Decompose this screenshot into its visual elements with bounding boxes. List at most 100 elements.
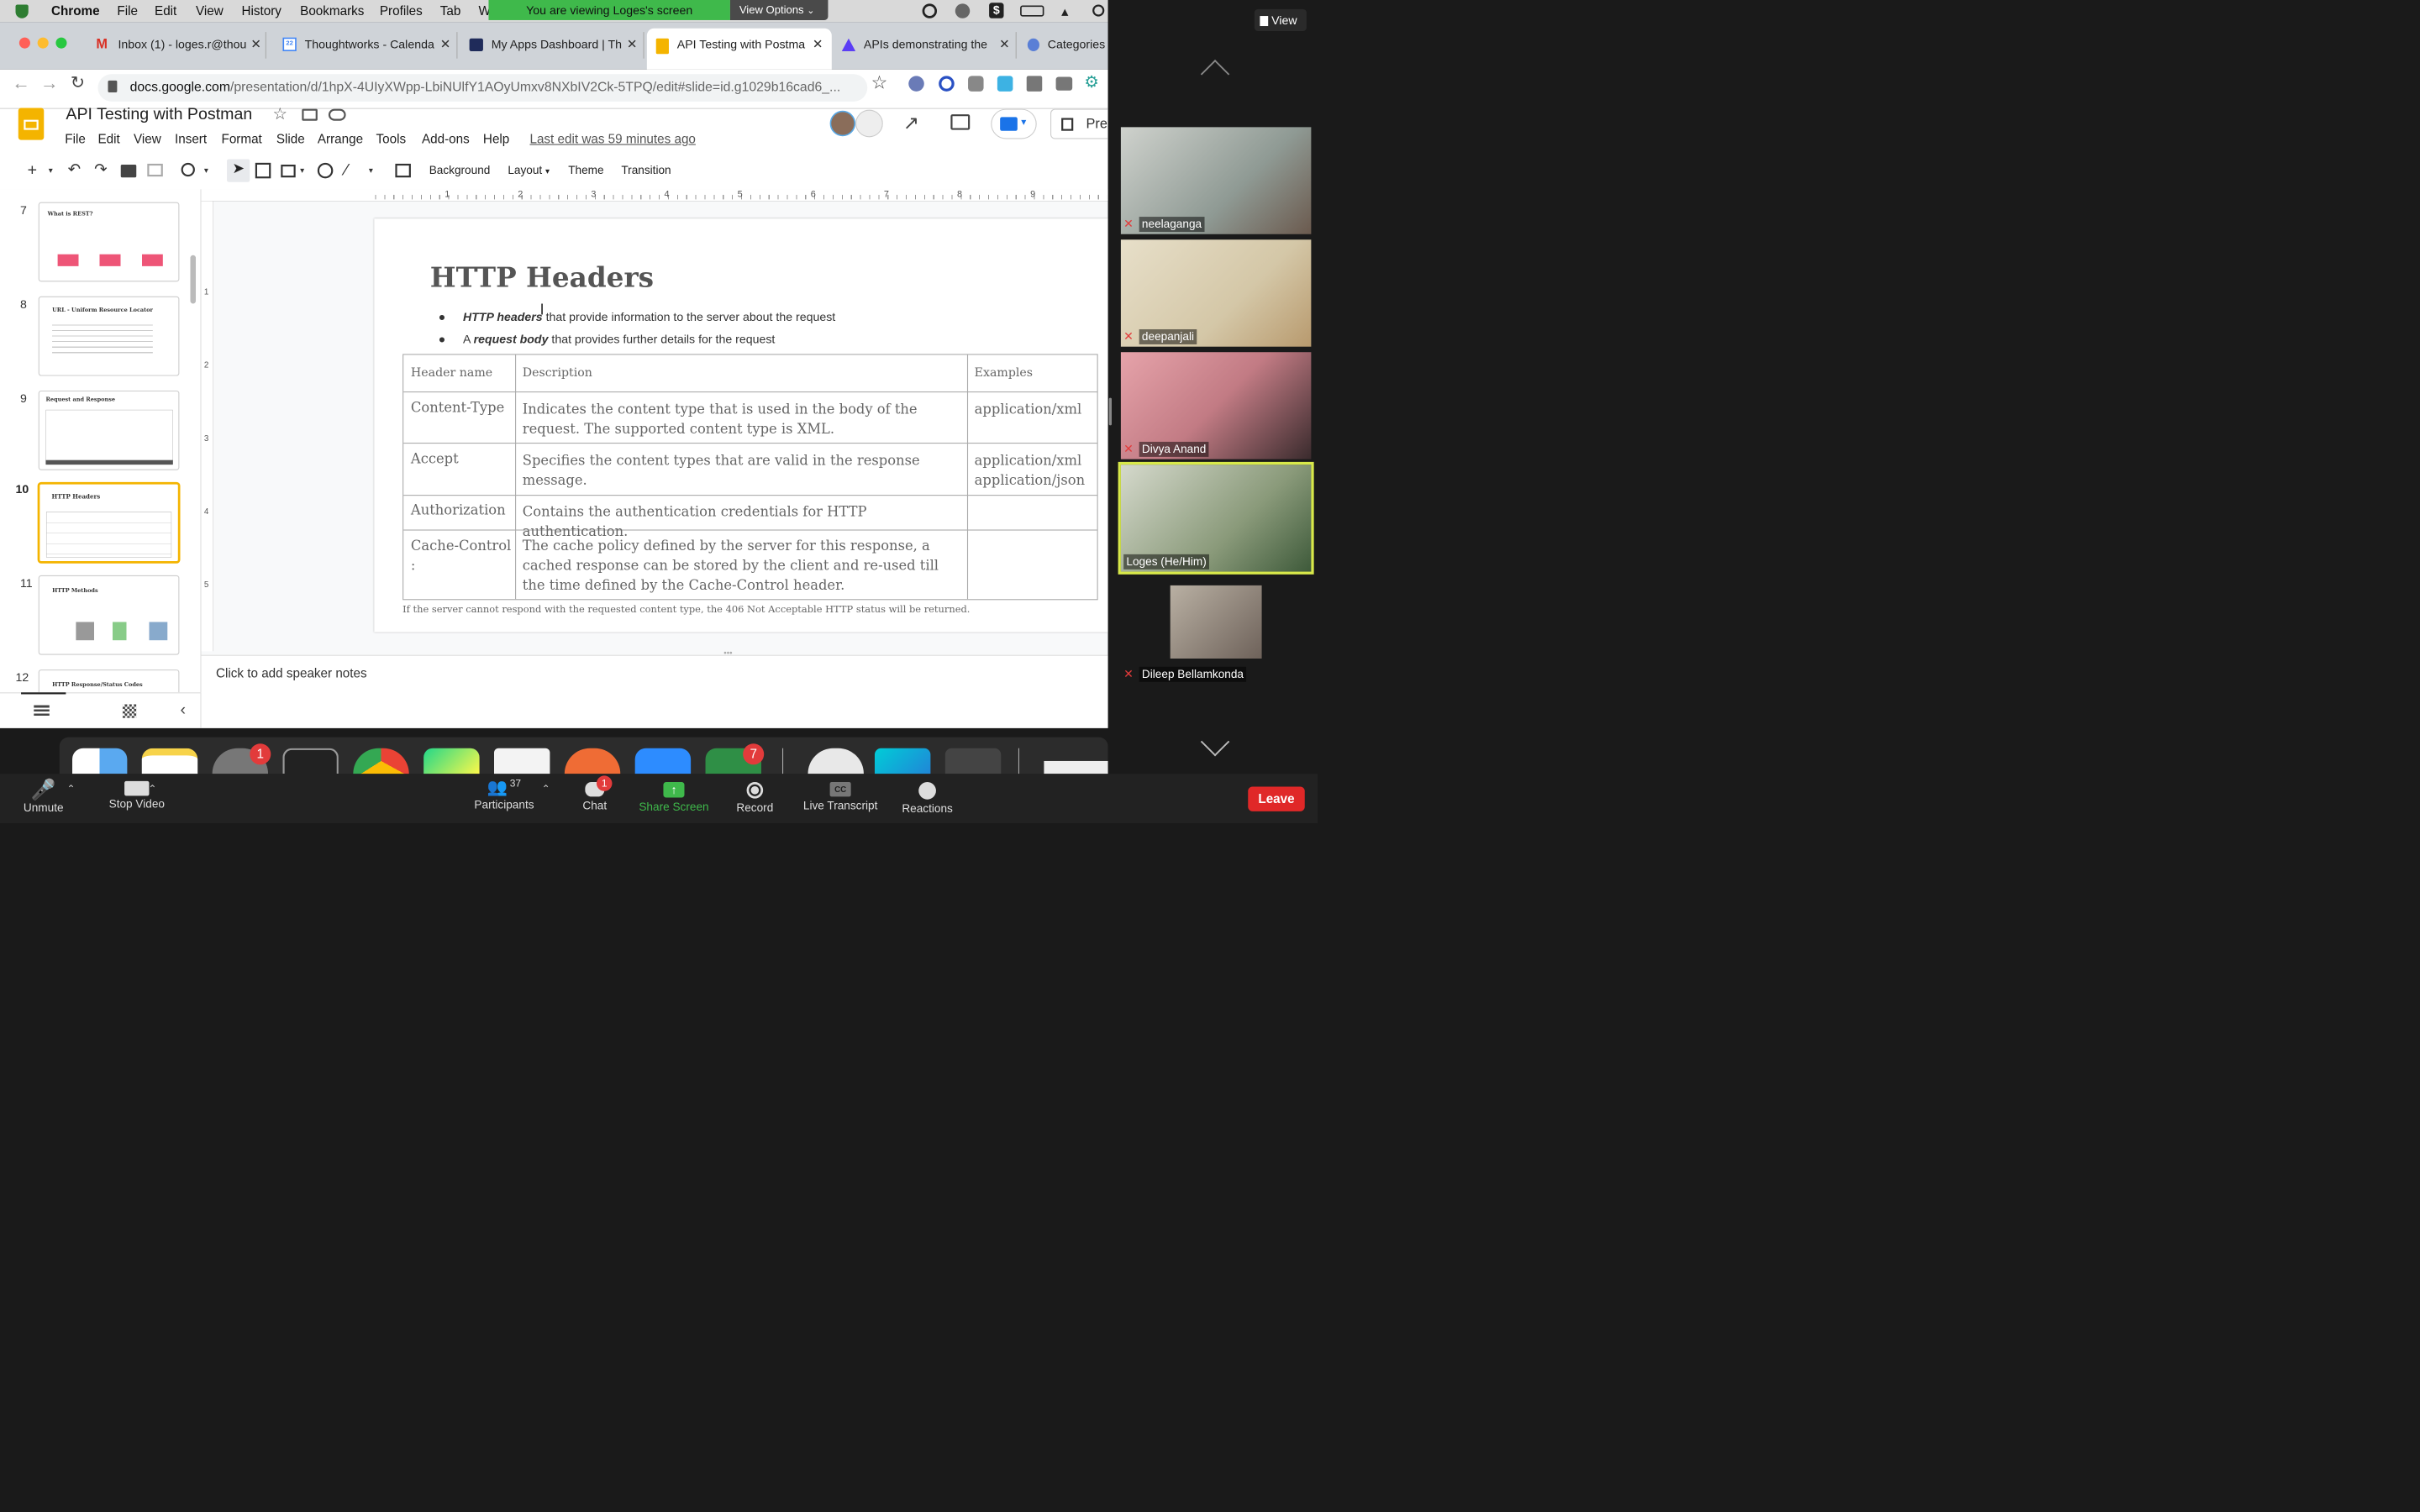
share-screen-button[interactable]: ↑ Share Screen: [635, 778, 713, 822]
slide-thumbnail[interactable]: HTTP Methods: [38, 575, 180, 655]
view-options-button[interactable]: View Options ⌄: [729, 0, 829, 20]
chat-button[interactable]: Chat: [567, 778, 622, 822]
camera-icon[interactable]: [1055, 76, 1073, 91]
slides-menu-format[interactable]: Format: [222, 132, 262, 146]
close-icon[interactable]: ✕: [813, 37, 823, 52]
reactions-button[interactable]: Reactions: [897, 778, 957, 822]
chevron-up-icon[interactable]: ⌃: [542, 783, 550, 795]
close-icon[interactable]: ✕: [440, 37, 451, 52]
leave-button[interactable]: Leave: [1248, 786, 1305, 811]
people-icon[interactable]: [855, 109, 883, 138]
slide-footnote[interactable]: If the server cannot respond with the re…: [402, 604, 970, 615]
app-name[interactable]: Chrome: [51, 3, 100, 18]
collapse-filmstrip-icon[interactable]: ‹: [181, 700, 187, 719]
forward-icon[interactable]: →: [40, 73, 59, 94]
mac-menu-bookmarks[interactable]: Bookmarks: [300, 3, 364, 18]
close-icon[interactable]: ✕: [250, 37, 261, 52]
move-folder-icon[interactable]: [302, 108, 318, 121]
list-view-icon[interactable]: [34, 705, 50, 717]
live-transcript-button[interactable]: CC Live Transcript: [797, 778, 883, 822]
avatar[interactable]: [829, 110, 856, 137]
slide-thumbnail[interactable]: What is REST?: [38, 202, 180, 282]
finder-icon[interactable]: [72, 748, 128, 774]
record-button[interactable]: Record: [728, 778, 782, 822]
tab-apis-demonstrating[interactable]: APIs demonstrating the ✕: [835, 32, 1017, 59]
wifi-icon[interactable]: ▴: [1061, 3, 1068, 19]
bullet-item[interactable]: ● HTTP headers that provide information …: [439, 310, 836, 324]
chevron-up-icon[interactable]: ⌃: [148, 783, 156, 795]
toolbar-layout-button[interactable]: Layout ▾: [508, 164, 550, 177]
grid-view-icon[interactable]: [122, 704, 137, 718]
textedit-icon[interactable]: [493, 748, 550, 774]
bookmark-star-icon[interactable]: ☆: [871, 72, 888, 93]
last-edit-link[interactable]: Last edit was 59 minutes ago: [529, 132, 695, 146]
slide-thumbnail[interactable]: Request and Response: [38, 390, 180, 470]
tab-calendar[interactable]: 22 Thoughtworks - Calenda ✕: [276, 32, 458, 59]
reload-icon[interactable]: ↻: [71, 72, 85, 93]
slides-menu-slide[interactable]: Slide: [276, 132, 305, 146]
slides-menu-view[interactable]: View: [134, 132, 161, 146]
tab-gmail[interactable]: M Inbox (1) - loges.r@thou ✕: [90, 32, 266, 59]
globe-icon[interactable]: [955, 3, 971, 18]
video-tile[interactable]: ✕ deepanjali: [1120, 239, 1312, 347]
slides-menu-arrange[interactable]: Arrange: [318, 132, 363, 146]
slide-thumbnail[interactable]: URL - Uniform Resource Locator: [38, 296, 180, 376]
video-tile[interactable]: ✕ Dileep Bellamkonda: [1120, 577, 1312, 685]
mac-menu-edit[interactable]: Edit: [155, 3, 176, 18]
slides-menu-help[interactable]: Help: [483, 132, 509, 146]
redo-icon[interactable]: ↷: [94, 160, 108, 179]
chevron-down-icon[interactable]: ▾: [369, 165, 373, 175]
window-zoom-icon[interactable]: [55, 37, 67, 49]
terminal-icon[interactable]: [282, 748, 339, 774]
chevron-down-icon[interactable]: ▾: [300, 165, 304, 175]
share-meet-button[interactable]: ▾: [991, 108, 1037, 139]
webstorm-icon[interactable]: [874, 748, 931, 774]
filmstrip-scrollbar[interactable]: [190, 255, 197, 304]
document-title[interactable]: API Testing with Postman: [66, 104, 252, 123]
slide-canvas[interactable]: HTTP Headers I ● HTTP headers that provi…: [374, 218, 1108, 633]
filmstrip[interactable]: 7 What is REST? 8 URL - Uniform Resource…: [0, 189, 202, 693]
extension-6-icon[interactable]: ⚙: [1084, 72, 1099, 92]
add-comment-icon[interactable]: [395, 163, 411, 178]
text-box-icon[interactable]: [255, 162, 271, 179]
zoom-icon[interactable]: [181, 162, 195, 177]
video-tile-active-speaker[interactable]: Loges (He/Him): [1118, 461, 1314, 575]
tab-api-testing[interactable]: API Testing with Postma ✕: [646, 28, 832, 70]
speaker-notes[interactable]: Click to add speaker notes: [201, 654, 1108, 728]
extension-5-icon[interactable]: [1026, 76, 1043, 92]
slides-menu-tools[interactable]: Tools: [376, 132, 407, 146]
slide-thumbnail-selected[interactable]: HTTP Headers: [37, 481, 181, 564]
zoom-app-icon[interactable]: [634, 748, 692, 774]
participants-button[interactable]: 👥 37 Participants: [467, 778, 540, 822]
search-icon[interactable]: [1092, 4, 1105, 17]
video-tile[interactable]: ✕ neelaganga: [1120, 127, 1312, 234]
shape-icon[interactable]: [317, 162, 334, 179]
slide-thumbnail[interactable]: HTTP Response/Status Codes: [38, 669, 180, 693]
extension-1-icon[interactable]: [908, 76, 924, 92]
print-icon[interactable]: [120, 164, 137, 178]
notes-icon[interactable]: [141, 748, 198, 774]
window-close-icon[interactable]: [18, 37, 30, 49]
mac-menu-profiles[interactable]: Profiles: [380, 3, 423, 18]
slides-menu-addons[interactable]: Add-ons: [422, 132, 470, 146]
dock-window-preview[interactable]: [1044, 760, 1108, 774]
close-icon[interactable]: ✕: [627, 37, 638, 52]
mac-menu-history[interactable]: History: [241, 3, 281, 18]
mac-menu-tab[interactable]: Tab: [440, 3, 461, 18]
window-minimize-icon[interactable]: [37, 37, 49, 49]
comments-icon[interactable]: [950, 114, 971, 130]
panel-resize-handle[interactable]: [1108, 397, 1112, 426]
slides-menu-edit[interactable]: Edit: [98, 132, 120, 146]
tab-my-apps[interactable]: My Apps Dashboard | Th ✕: [463, 32, 644, 59]
undo-icon[interactable]: ↶: [68, 160, 82, 179]
headers-table[interactable]: Header name Description Examples Content…: [402, 354, 1098, 601]
add-slide-icon[interactable]: +: [28, 160, 37, 180]
stop-video-button[interactable]: Stop Video: [98, 778, 176, 822]
toolbar-background-button[interactable]: Background: [429, 164, 491, 177]
battery-icon[interactable]: [1020, 5, 1044, 17]
mac-menu-view[interactable]: View: [196, 3, 224, 18]
activity-trend-icon[interactable]: ↗: [903, 112, 919, 134]
slides-menu-insert[interactable]: Insert: [175, 132, 207, 146]
toolbar-theme-button[interactable]: Theme: [568, 164, 603, 177]
line-icon[interactable]: ∕: [345, 160, 348, 180]
